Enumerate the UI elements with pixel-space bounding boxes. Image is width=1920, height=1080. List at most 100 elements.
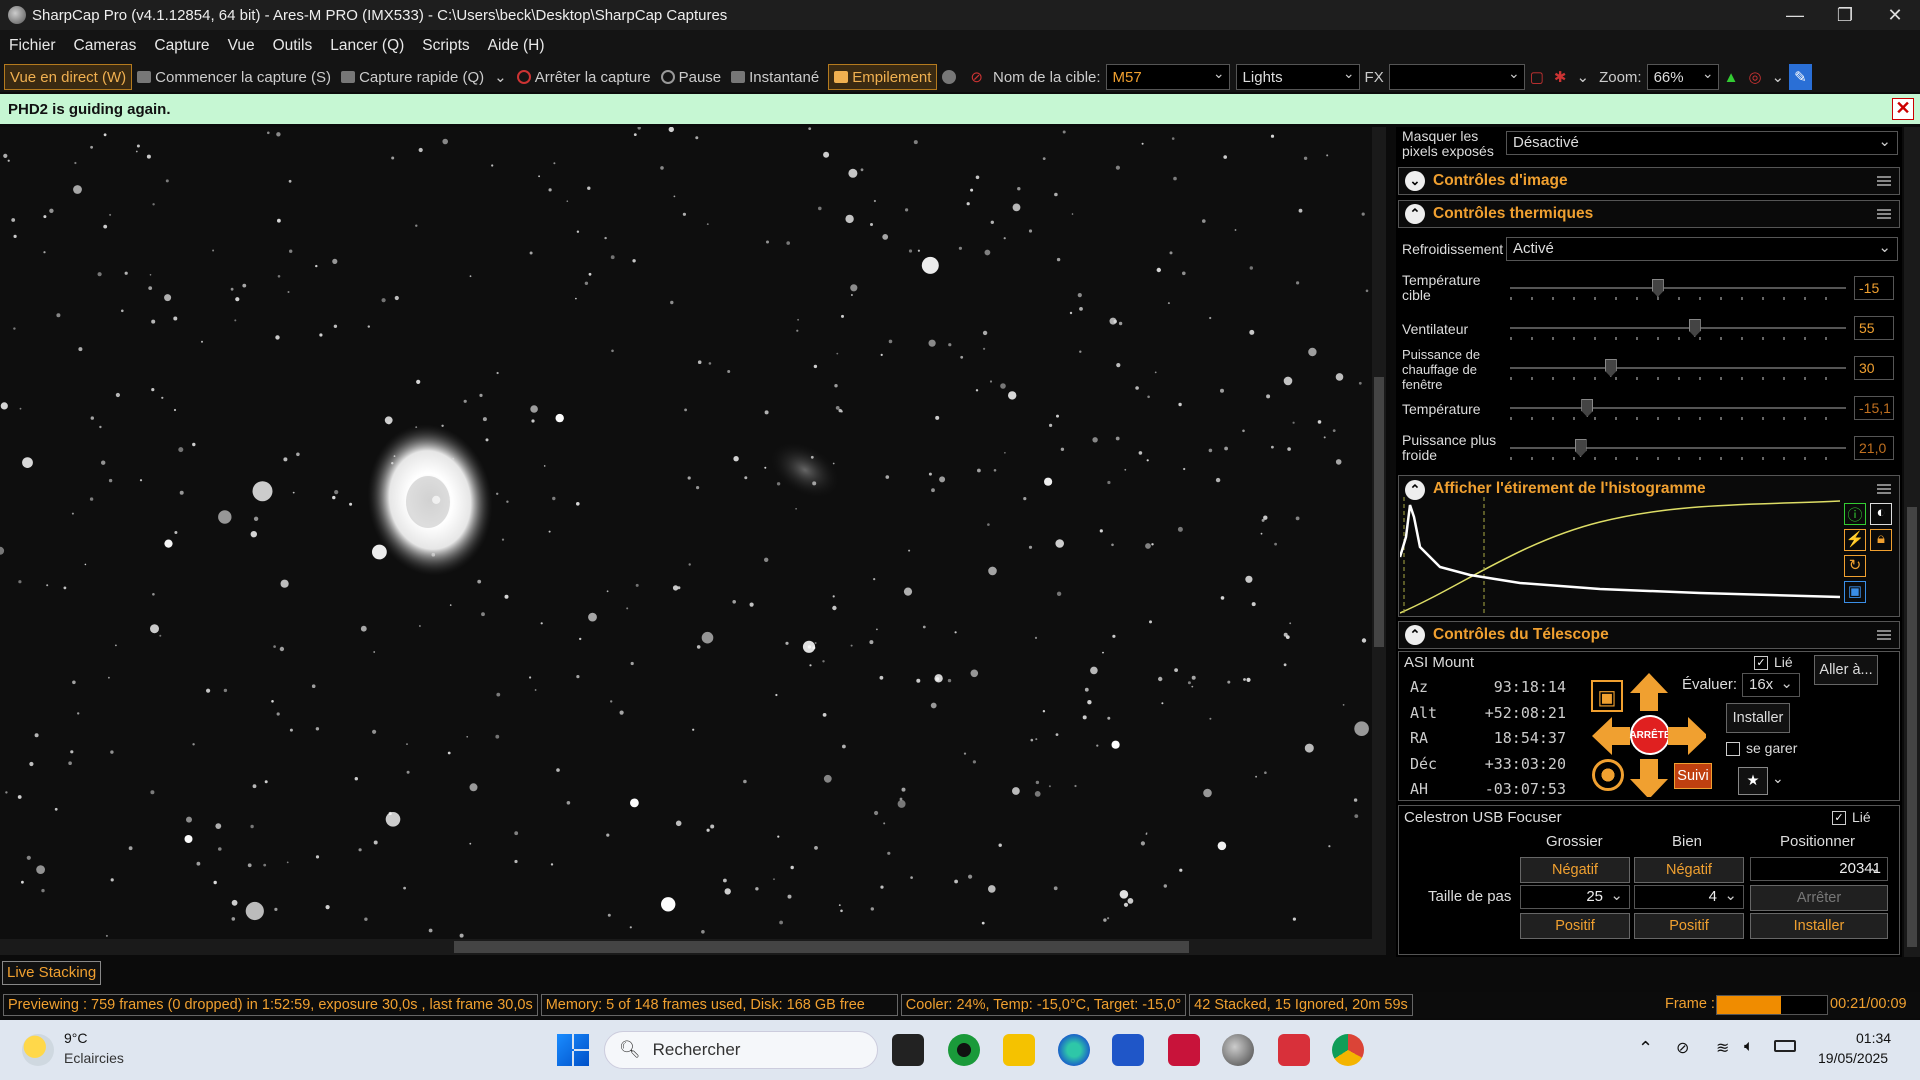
search-box[interactable]: 🔍︎ Rechercher xyxy=(604,1031,878,1069)
menu-outils[interactable]: Outils xyxy=(264,37,322,55)
coarse-positive-button[interactable]: Positif xyxy=(1520,913,1630,939)
menu-fichier[interactable]: Fichier xyxy=(0,37,65,55)
menu-cameras[interactable]: Cameras xyxy=(65,37,146,55)
histogram-plot[interactable] xyxy=(1400,497,1842,615)
menu-aide[interactable]: Aide (H) xyxy=(479,37,554,55)
slider-knob[interactable] xyxy=(1604,359,1617,377)
reticle-icon[interactable]: ▢ xyxy=(1525,64,1549,90)
menu-lancer[interactable]: Lancer (Q) xyxy=(321,37,413,55)
thermal-controls-header[interactable]: ⌃ Contrôles thermiques xyxy=(1398,200,1900,228)
focuser-install-button[interactable]: Installer xyxy=(1750,913,1888,939)
no-target-icon[interactable]: ⊘ xyxy=(965,64,988,90)
tray-chevron-icon[interactable]: ⌃ xyxy=(1638,1038,1653,1059)
goto-button[interactable]: Aller à... xyxy=(1814,655,1878,685)
coarse-step-input[interactable]: 25 xyxy=(1520,885,1630,909)
stop-capture-button[interactable]: Arrêter la capture xyxy=(512,64,656,90)
volume-icon[interactable]: 🔈︎ xyxy=(1744,1038,1754,1056)
app-icon-red[interactable] xyxy=(1278,1034,1310,1066)
sharpcap-taskbar-icon[interactable] xyxy=(1222,1034,1254,1066)
focuser-linked-checkbox[interactable]: ✓ xyxy=(1832,811,1846,825)
minimize-button[interactable]: — xyxy=(1772,0,1818,30)
focus-grid-icon[interactable]: ✱ xyxy=(1549,64,1572,90)
alarm-dropdown[interactable]: ⌄ xyxy=(1767,64,1790,90)
target-temp-slider[interactable] xyxy=(1510,279,1846,301)
start-icon[interactable] xyxy=(557,1034,589,1066)
phd2-icon[interactable] xyxy=(948,1034,980,1066)
stop-mount-button[interactable]: ARRÊTE xyxy=(1629,715,1671,755)
north-arrow-button[interactable] xyxy=(1630,673,1668,711)
mount-linked-checkbox[interactable]: ✓ xyxy=(1754,656,1768,670)
pause-button[interactable]: Pause xyxy=(656,64,727,90)
viewer-vertical-scrollbar[interactable] xyxy=(1372,127,1386,939)
store-icon[interactable] xyxy=(1112,1034,1144,1066)
east-arrow-button[interactable] xyxy=(1668,717,1706,755)
image-viewer[interactable] xyxy=(0,127,1372,939)
menu-icon[interactable] xyxy=(1877,209,1891,219)
clock-date[interactable]: 19/05/2025 xyxy=(1818,1050,1888,1066)
rate-combo[interactable]: 16x xyxy=(1742,673,1800,697)
reset-icon[interactable]: ↻ xyxy=(1844,555,1866,577)
image-controls-header[interactable]: ⌄ Contrôles d'image xyxy=(1398,167,1900,195)
fx-combo[interactable] xyxy=(1388,64,1525,90)
menu-scripts[interactable]: Scripts xyxy=(413,37,478,55)
south-arrow-button[interactable] xyxy=(1630,759,1668,797)
slider-knob[interactable] xyxy=(1688,319,1701,337)
wifi-icon[interactable]: ≋ xyxy=(1716,1038,1729,1058)
mask-combo[interactable]: Désactivé xyxy=(1506,131,1898,155)
window-heater-slider[interactable] xyxy=(1510,359,1846,381)
west-arrow-button[interactable] xyxy=(1592,717,1630,755)
target-temp-value[interactable]: -15 xyxy=(1854,276,1894,300)
menu-icon[interactable] xyxy=(1877,176,1891,186)
contrast-icon[interactable]: ◐ xyxy=(1870,503,1892,525)
histogram-auto-icon[interactable]: ⓘ xyxy=(1844,503,1866,525)
park-checkbox[interactable] xyxy=(1726,742,1740,756)
fan-value[interactable]: 55 xyxy=(1854,316,1894,340)
asi-app-icon[interactable] xyxy=(1168,1034,1200,1066)
coarse-negative-button[interactable]: Négatif xyxy=(1520,857,1630,883)
zoom-combo[interactable]: 66% xyxy=(1646,64,1719,90)
menu-icon[interactable] xyxy=(1877,630,1891,640)
start-capture-button[interactable]: Commencer la capture (S) xyxy=(132,64,336,90)
battery-icon[interactable] xyxy=(1774,1040,1796,1052)
stacking-button[interactable]: Empilement xyxy=(828,64,938,90)
reticle-dropdown[interactable]: ⌄ xyxy=(1571,64,1594,90)
close-notification-button[interactable]: ✕ xyxy=(1892,98,1914,120)
edge-icon[interactable] xyxy=(1058,1034,1090,1066)
fine-negative-button[interactable]: Négatif xyxy=(1634,857,1744,883)
maximize-button[interactable]: ❐ xyxy=(1822,0,1868,30)
weather-icon[interactable] xyxy=(22,1034,54,1066)
quick-capture-button[interactable]: Capture rapide (Q) xyxy=(336,64,489,90)
window-heater-value[interactable]: 30 xyxy=(1854,356,1894,380)
slider-knob[interactable] xyxy=(1651,279,1664,297)
spiral-search-icon[interactable]: ▣ xyxy=(1591,680,1623,712)
menu-capture[interactable]: Capture xyxy=(145,37,218,55)
frame-type-combo[interactable]: Lights xyxy=(1235,64,1360,90)
fan-slider[interactable] xyxy=(1510,319,1846,341)
focuser-stop-button[interactable]: Arrêter xyxy=(1750,885,1888,911)
histogram-icon[interactable]: ▲ xyxy=(1719,64,1744,90)
telescope-controls-header[interactable]: ⌃ Contrôles du Télescope xyxy=(1398,621,1900,649)
fine-positive-button[interactable]: Positif xyxy=(1634,913,1744,939)
fine-step-input[interactable]: 4 xyxy=(1634,885,1744,909)
menu-icon[interactable] xyxy=(1877,484,1891,494)
alarm-icon[interactable]: ◎ xyxy=(1743,64,1766,90)
live-view-button[interactable]: Vue en direct (W) xyxy=(4,64,133,90)
save-icon[interactable]: ▣ xyxy=(1844,581,1866,603)
lightning-icon[interactable]: ⚡ xyxy=(1844,529,1866,551)
network-off-icon[interactable]: ⊘ xyxy=(1676,1038,1689,1058)
position-input[interactable]: 20341 xyxy=(1750,857,1888,881)
snapshot-button[interactable]: Instantané xyxy=(726,64,824,90)
tracking-button[interactable]: Suivi xyxy=(1674,763,1712,789)
chrome-icon[interactable] xyxy=(1332,1034,1364,1066)
moon-icon[interactable] xyxy=(937,64,965,90)
clock-time[interactable]: 01:34 xyxy=(1856,1030,1891,1046)
sun-icon[interactable] xyxy=(1592,759,1624,791)
panel-scrollbar[interactable] xyxy=(1904,127,1920,957)
install-mount-button[interactable]: Installer xyxy=(1726,703,1790,733)
live-stacking-tab[interactable]: Live Stacking xyxy=(2,961,102,985)
target-name-combo[interactable]: M57 xyxy=(1105,64,1230,90)
cooling-combo[interactable]: Activé xyxy=(1506,237,1898,261)
quick-capture-dropdown[interactable]: ⌄ xyxy=(489,64,512,90)
star-dropdown-icon[interactable]: ⌄ xyxy=(1772,771,1784,786)
task-view-icon[interactable] xyxy=(892,1034,924,1066)
